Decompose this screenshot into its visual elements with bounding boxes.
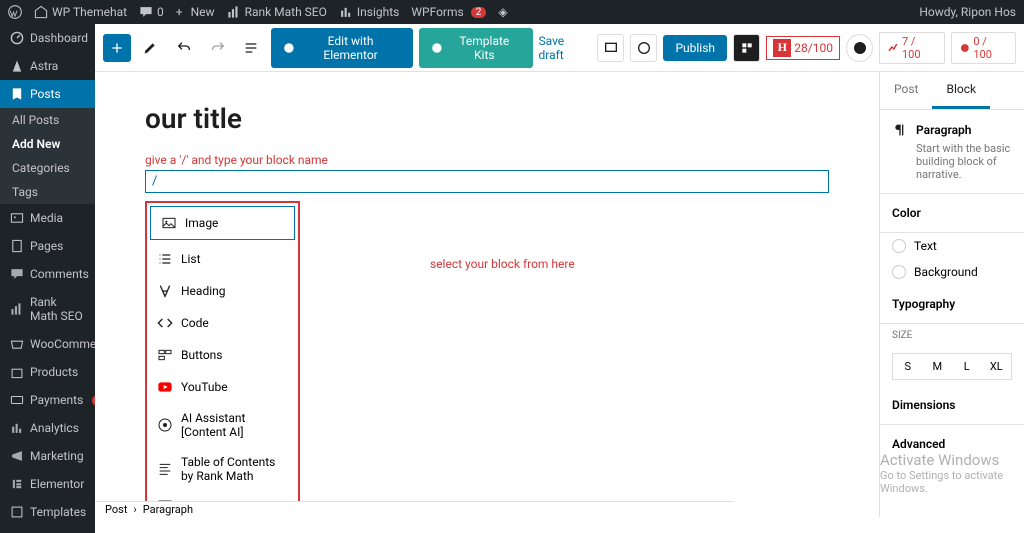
size-m[interactable]: M bbox=[923, 354, 953, 379]
sidebar-astra[interactable]: Astra bbox=[0, 52, 95, 80]
block-type-name: Paragraph bbox=[916, 123, 971, 137]
sidebar-payments[interactable]: Payments1 bbox=[0, 386, 95, 414]
comments-count[interactable]: 0 bbox=[139, 5, 164, 19]
redo-button[interactable] bbox=[204, 34, 232, 62]
block-list[interactable]: List bbox=[147, 243, 298, 275]
block-code[interactable]: Code bbox=[147, 307, 298, 339]
block-youtube[interactable]: YouTube bbox=[147, 371, 298, 403]
settings-panel: Post Block Paragraph Start with the basi… bbox=[879, 72, 1024, 517]
sidebar-comments[interactable]: Comments bbox=[0, 260, 95, 288]
astra-icon[interactable] bbox=[846, 34, 873, 62]
settings-toggle[interactable] bbox=[733, 34, 760, 62]
editor-canvas: our title give a '/' and type your block… bbox=[95, 72, 879, 517]
sidebar-templates[interactable]: Templates bbox=[0, 498, 95, 526]
block-image[interactable]: Image bbox=[150, 206, 295, 240]
publish-button[interactable]: Publish bbox=[663, 35, 727, 61]
size-l[interactable]: L bbox=[952, 354, 982, 379]
editor-topbar: Edit with Elementor Template Kits Save d… bbox=[95, 24, 1024, 72]
dimensions-section[interactable]: Dimensions bbox=[880, 386, 1024, 425]
seo-score-1[interactable]: 7 / 100 bbox=[879, 32, 944, 64]
sidebar-wpforms[interactable]: WPForms bbox=[0, 526, 95, 533]
save-draft-link[interactable]: Save draft bbox=[539, 34, 591, 62]
sidebar-posts[interactable]: Posts bbox=[0, 80, 95, 108]
template-kits-button[interactable]: Template Kits bbox=[419, 28, 532, 68]
color-background[interactable]: Background bbox=[880, 259, 1024, 285]
block-popup: Image List Heading Code Buttons YouTube … bbox=[145, 201, 300, 517]
admin-sidebar: Dashboard Astra Posts All Posts Add New … bbox=[0, 24, 95, 533]
block-ai-assistant[interactable]: AI Assistant [Content AI] bbox=[147, 403, 298, 447]
paragraph-icon bbox=[892, 122, 908, 138]
sidebar-all-posts[interactable]: All Posts bbox=[0, 108, 95, 132]
yoast-button[interactable] bbox=[630, 34, 657, 62]
wp-logo[interactable] bbox=[8, 5, 22, 19]
post-title[interactable]: our title bbox=[145, 102, 829, 135]
windows-watermark: Activate Windows Go to Settings to activ… bbox=[880, 451, 1016, 495]
crumb-paragraph[interactable]: Paragraph bbox=[143, 503, 193, 516]
sidebar-pages[interactable]: Pages bbox=[0, 232, 95, 260]
block-buttons[interactable]: Buttons bbox=[147, 339, 298, 371]
size-s[interactable]: S bbox=[893, 354, 923, 379]
edit-mode-icon[interactable] bbox=[137, 34, 165, 62]
new-content[interactable]: +New bbox=[176, 5, 215, 19]
sidebar-analytics[interactable]: Analytics bbox=[0, 414, 95, 442]
sidebar-tags[interactable]: Tags bbox=[0, 180, 95, 204]
block-description: Start with the basic building block of n… bbox=[916, 142, 1012, 181]
admin-bar: WP Themehat 0 +New Rank Math SEO Insight… bbox=[0, 0, 1024, 24]
edit-elementor-button[interactable]: Edit with Elementor bbox=[271, 28, 413, 68]
seo-score-2[interactable]: 0 / 100 bbox=[951, 32, 1016, 64]
sidebar-categories[interactable]: Categories bbox=[0, 156, 95, 180]
diamond-icon[interactable]: ◈ bbox=[498, 5, 507, 19]
sidebar-marketing[interactable]: Marketing bbox=[0, 442, 95, 470]
size-picker: S M L XL bbox=[892, 353, 1012, 380]
rankmath-bar[interactable]: Rank Math SEO bbox=[227, 5, 327, 19]
crumb-post[interactable]: Post bbox=[105, 503, 127, 516]
sidebar-elementor[interactable]: Elementor bbox=[0, 470, 95, 498]
outline-button[interactable] bbox=[237, 34, 265, 62]
chevron-right-icon: › bbox=[133, 503, 136, 516]
sidebar-products[interactable]: Products bbox=[0, 358, 95, 386]
breadcrumb-footer: Post › Paragraph bbox=[95, 501, 734, 517]
wpforms-bar[interactable]: WPForms2 bbox=[411, 5, 486, 19]
add-block-button[interactable] bbox=[103, 34, 131, 62]
hemingway-score[interactable]: H28/100 bbox=[766, 36, 840, 60]
howdy[interactable]: Howdy, Ripon Hos bbox=[919, 5, 1016, 19]
site-name[interactable]: WP Themehat bbox=[34, 5, 127, 19]
undo-button[interactable] bbox=[170, 34, 198, 62]
main-area: Edit with Elementor Template Kits Save d… bbox=[95, 24, 1024, 533]
sidebar-dashboard[interactable]: Dashboard bbox=[0, 24, 95, 52]
insights-bar[interactable]: Insights bbox=[339, 5, 399, 19]
sidebar-rankmath[interactable]: Rank Math SEO bbox=[0, 288, 95, 330]
typography-section[interactable]: Typography bbox=[880, 285, 1024, 324]
color-section[interactable]: Color bbox=[880, 194, 1024, 233]
sidebar-woo[interactable]: WooCommerce bbox=[0, 330, 95, 358]
block-search-input[interactable]: / bbox=[145, 170, 829, 193]
tab-block[interactable]: Block bbox=[932, 72, 990, 109]
block-toc-rankmath[interactable]: Table of Contents by Rank Math bbox=[147, 447, 298, 491]
sidebar-add-new[interactable]: Add New bbox=[0, 132, 95, 156]
preview-button[interactable] bbox=[597, 34, 624, 62]
sidebar-media[interactable]: Media bbox=[0, 204, 95, 232]
annotation-select: select your block from here bbox=[430, 257, 575, 271]
size-label: SIZE bbox=[880, 324, 1024, 347]
size-xl[interactable]: XL bbox=[982, 354, 1012, 379]
block-heading[interactable]: Heading bbox=[147, 275, 298, 307]
color-text[interactable]: Text bbox=[880, 233, 1024, 259]
tab-post[interactable]: Post bbox=[880, 72, 932, 109]
annotation-slash: give a '/' and type your block name bbox=[145, 153, 829, 167]
